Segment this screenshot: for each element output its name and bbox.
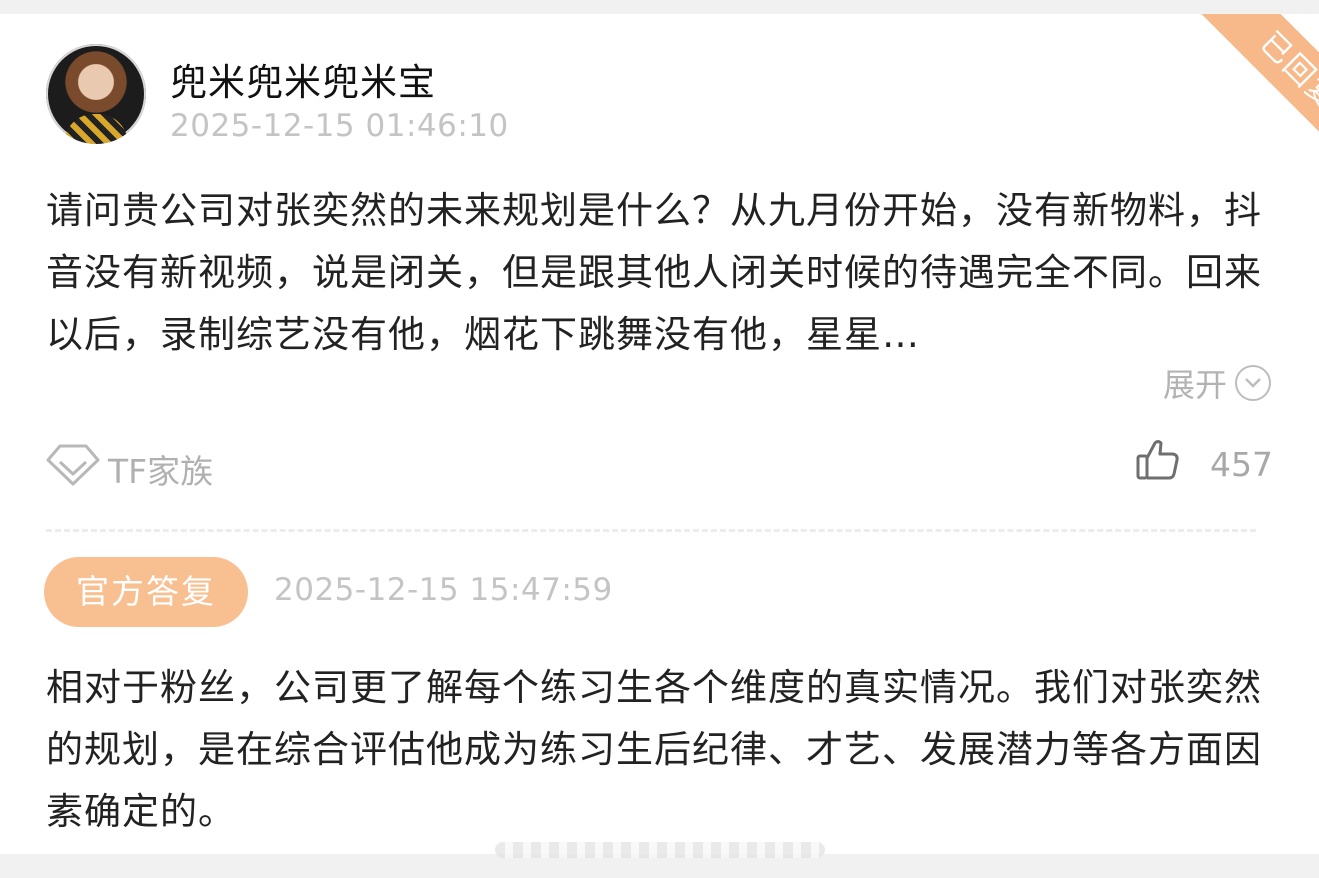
- official-reply-text: 相对于粉丝，公司更了解每个练习生各个维度的真实情况。我们对张奕然的规划，是在综合…: [46, 666, 1262, 833]
- reply-timestamp: 2025-12-15 15:47:59: [274, 572, 613, 608]
- question-timestamp: 2025-12-15 01:46:10: [170, 108, 509, 144]
- divider: [46, 529, 1256, 532]
- expand-button[interactable]: 展开: [1163, 360, 1271, 406]
- diamond-tag-icon: [46, 444, 100, 494]
- qa-card: 兜米兜米兜米宝 2025-12-15 01:46:10 已回复 请问贵公司对张奕…: [0, 14, 1319, 854]
- replied-ribbon-label: 已回复: [1201, 14, 1319, 164]
- replied-ribbon: 已回复: [1169, 14, 1319, 164]
- topic-label: TF家族: [108, 452, 214, 491]
- question-text[interactable]: 请问贵公司对张奕然的未来规划是什么？从九月份开始，没有新物料，抖音没有新视频，说…: [46, 180, 1276, 366]
- expand-label: 展开: [1162, 366, 1227, 404]
- scroll-indicator: [495, 842, 825, 858]
- chevron-down-icon: [1235, 365, 1271, 401]
- like-count: 457: [1210, 444, 1273, 484]
- official-reply-badge: 官方答复: [44, 557, 248, 627]
- avatar-shirt: [64, 114, 128, 144]
- thumbs-up-icon: [1136, 439, 1180, 489]
- user-avatar[interactable]: [46, 44, 146, 144]
- topic-tag[interactable]: TF家族: [46, 444, 213, 494]
- like-button[interactable]: 457: [1136, 439, 1273, 489]
- username[interactable]: 兜米兜米兜米宝: [170, 52, 436, 106]
